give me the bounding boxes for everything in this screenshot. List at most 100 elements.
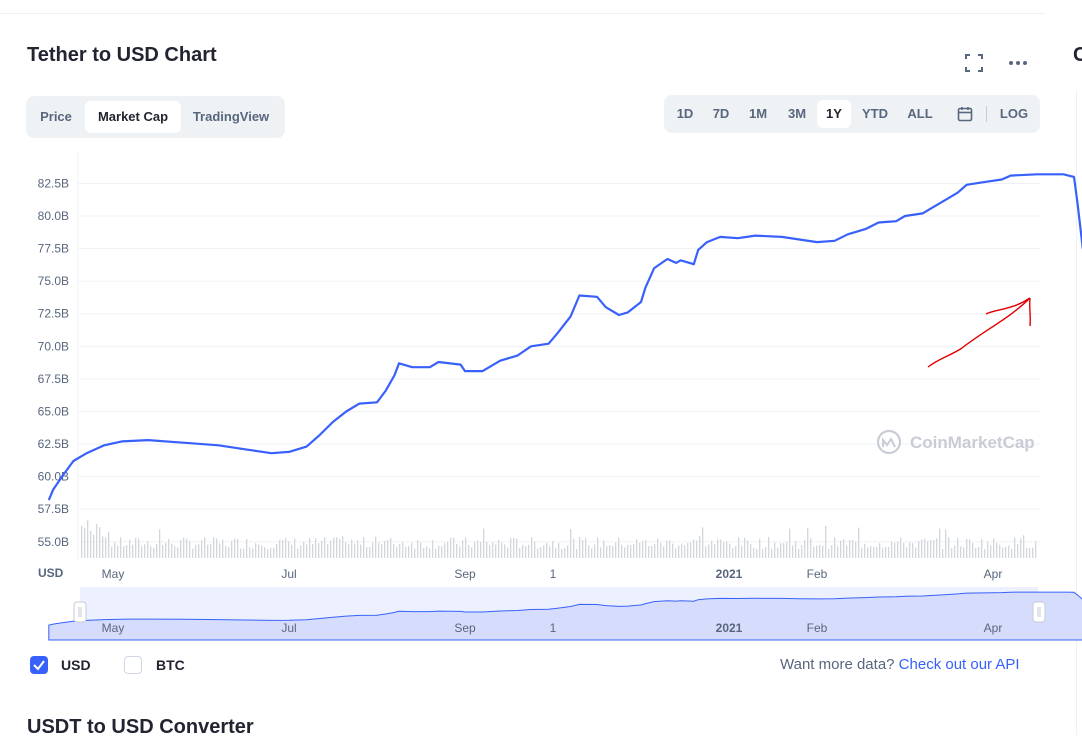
- volume-bar: [843, 539, 845, 558]
- red-annotation-arrow: [927, 297, 1031, 368]
- volume-bar: [906, 547, 908, 558]
- volume-bar: [258, 544, 260, 558]
- volume-bar: [390, 538, 392, 558]
- volume-bar: [825, 525, 827, 558]
- volume-bar: [993, 538, 995, 558]
- volume-bar: [171, 543, 173, 558]
- volume-bar: [225, 545, 227, 558]
- volume-bar: [750, 544, 752, 558]
- volume-bar: [630, 545, 632, 558]
- volume-bar: [120, 537, 122, 558]
- volume-bar: [912, 543, 914, 558]
- volume-bar: [102, 536, 104, 558]
- volume-bar: [642, 540, 644, 558]
- volume-bar: [693, 539, 695, 558]
- volume-bar: [108, 531, 110, 558]
- volume-bar: [705, 546, 707, 558]
- volume-bar: [1005, 546, 1007, 558]
- volume-bar: [81, 525, 83, 558]
- volume-bar: [516, 538, 518, 558]
- volume-bar: [477, 540, 479, 558]
- volume-bar: [681, 543, 683, 558]
- volume-bar: [789, 528, 791, 558]
- volume-bar: [732, 547, 734, 558]
- volume-bar: [426, 546, 428, 558]
- navigator-tick-label: Feb: [807, 621, 828, 635]
- volume-bar: [504, 544, 506, 558]
- volume-bar: [990, 545, 992, 558]
- volume-bar: [141, 546, 143, 558]
- volume-bar: [378, 542, 380, 558]
- y-tick-label: 75.0B: [38, 274, 69, 288]
- volume-bar: [780, 543, 782, 558]
- volume-bar: [93, 534, 95, 558]
- volume-bar: [177, 547, 179, 558]
- navigator-left-handle[interactable]: [73, 601, 87, 623]
- volume-bar: [510, 537, 512, 558]
- volume-bar: [660, 543, 662, 558]
- volume-bar: [741, 546, 743, 558]
- volume-bar: [273, 547, 275, 558]
- volume-bar: [831, 545, 833, 558]
- volume-bar: [471, 547, 473, 558]
- api-link[interactable]: Check out our API: [899, 656, 1020, 673]
- volume-bar: [828, 548, 830, 558]
- navigator-tick-label: 2021: [716, 621, 743, 635]
- volume-bar: [657, 538, 659, 558]
- volume-bar: [549, 546, 551, 558]
- volume-bar: [465, 537, 467, 558]
- volume-bar: [492, 542, 494, 558]
- volume-bar: [729, 543, 731, 558]
- volume-bar: [129, 539, 131, 558]
- volume-bar: [624, 547, 626, 558]
- usd-checkbox[interactable]: [30, 656, 48, 674]
- volume-bar: [375, 536, 377, 558]
- volume-bar: [915, 547, 917, 558]
- range-navigator[interactable]: May Jul Sep 1 2021 Feb Apr: [48, 587, 1082, 641]
- navigator-tick-label: Apr: [984, 621, 1003, 635]
- volume-bar: [519, 547, 521, 558]
- volume-bar: [756, 548, 758, 558]
- volume-bar: [702, 527, 704, 558]
- volume-bar: [363, 537, 365, 558]
- volume-bar: [651, 545, 653, 558]
- volume-bar: [111, 546, 113, 558]
- navigator-right-handle[interactable]: [1032, 601, 1046, 623]
- volume-bar: [513, 537, 515, 558]
- volume-bar: [282, 540, 284, 558]
- volume-bar: [444, 543, 446, 558]
- volume-bar: [786, 542, 788, 558]
- volume-bar: [99, 527, 101, 558]
- volume-bar: [996, 542, 998, 558]
- volume-bar: [162, 545, 164, 558]
- volume-bar: [414, 548, 416, 558]
- volume-bar: [303, 541, 305, 558]
- volume-bar: [489, 544, 491, 558]
- volume-bar: [222, 539, 224, 558]
- volume-bar: [135, 537, 137, 558]
- volume-bar: [393, 544, 395, 558]
- volume-bar: [294, 538, 296, 558]
- volume-bar: [672, 543, 674, 558]
- volume-bar: [315, 538, 317, 558]
- volume-bar: [270, 547, 272, 558]
- volume-bar: [870, 545, 872, 558]
- volume-bar: [144, 544, 146, 558]
- volume-bar: [669, 540, 671, 558]
- btc-checkbox[interactable]: [124, 656, 142, 674]
- y-tick-label: 67.5B: [38, 372, 69, 386]
- volume-bar: [846, 545, 848, 558]
- volume-bar: [738, 537, 740, 558]
- volume-bar: [297, 548, 299, 558]
- volume-bar: [360, 544, 362, 558]
- volume-bar: [753, 547, 755, 558]
- volume-bar: [240, 548, 242, 558]
- volume-bar: [834, 537, 836, 558]
- volume-bar: [597, 537, 599, 558]
- volume-bar: [618, 537, 620, 558]
- x-axis: May Jul Sep 1 2021 Feb Apr: [102, 567, 1003, 581]
- volume-bar: [699, 535, 701, 558]
- volume-bar: [942, 548, 944, 558]
- volume-bar: [609, 545, 611, 558]
- volume-bar: [468, 544, 470, 558]
